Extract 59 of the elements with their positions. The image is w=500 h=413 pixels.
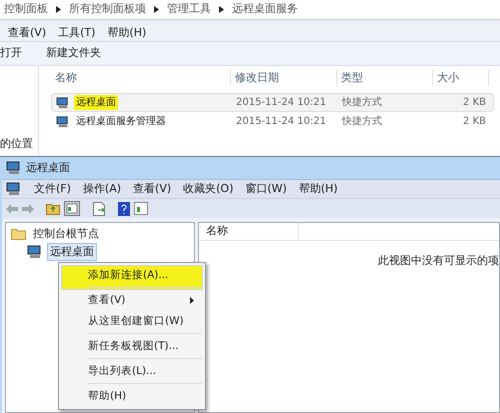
menu-item[interactable]: 查看(V) <box>61 290 203 311</box>
up-folder-icon[interactable] <box>46 202 60 215</box>
pane-icon[interactable] <box>134 202 148 215</box>
menu-item[interactable]: 操作(A) <box>82 180 122 198</box>
file-type: 快捷方式 <box>340 114 383 129</box>
empty-message: 此视图中没有可显示的项 <box>378 253 499 269</box>
menu-item[interactable]: 文件(F) <box>34 180 71 198</box>
chevron-icon <box>56 6 61 13</box>
help-icon[interactable] <box>118 202 130 216</box>
file-name: 远程桌面 <box>74 95 118 110</box>
shortcut-icon <box>56 116 70 128</box>
menu-item[interactable]: 工具(T) <box>58 24 96 42</box>
column-header[interactable]: 名称 <box>51 70 231 86</box>
menu-item[interactable]: 导出列表(L)... <box>61 361 203 386</box>
file-size: 2 KB <box>462 115 487 129</box>
chevron-icon <box>219 6 224 13</box>
file-row[interactable]: 远程桌面 2015-11-24 10:21 快捷方式 2 KB <box>51 93 494 112</box>
menu-item[interactable]: 从这里创建窗口(W) <box>61 311 203 336</box>
menu-item[interactable]: 查看(V) <box>8 24 46 42</box>
forward-icon[interactable] <box>22 204 34 214</box>
tree-item[interactable]: 控制台根节点 <box>30 224 102 244</box>
column-header[interactable]: 名称 <box>199 223 299 240</box>
breadcrumb-item[interactable]: 管理工具 <box>167 1 211 18</box>
window-title: 远程桌面 <box>26 160 70 176</box>
menu-item[interactable]: 窗口(W) <box>245 180 287 198</box>
nav-item[interactable]: 的位置 <box>0 136 38 152</box>
file-date: 2015-11-24 10:21 <box>235 115 328 129</box>
breadcrumb-item[interactable]: 所有控制面板项 <box>69 1 146 18</box>
menu-item[interactable]: 帮助(H) <box>107 24 146 42</box>
pane-icon[interactable] <box>64 201 80 216</box>
submenu-arrow-icon <box>190 297 194 304</box>
folder-icon <box>11 228 26 240</box>
computer-icon <box>27 245 43 259</box>
file-size: 2 KB <box>462 96 487 110</box>
menu-item[interactable]: 收藏夹(O) <box>183 180 234 198</box>
address-bar[interactable]: 控制面板 所有控制面板项 管理工具 远程桌面服务 <box>0 0 500 20</box>
app-icon <box>6 161 22 175</box>
app-icon <box>6 182 22 196</box>
tree-item[interactable]: 远程桌面 <box>47 242 97 262</box>
column-header[interactable]: 修改日期 <box>231 70 337 86</box>
menu-item[interactable]: 帮助(H) <box>61 386 203 407</box>
file-name: 远程桌面服务管理器 <box>75 114 167 129</box>
breadcrumb-item[interactable]: 远程桌面服务 <box>232 1 298 18</box>
toolbar-button[interactable]: 打开 <box>0 45 22 62</box>
shortcut-icon <box>56 96 70 108</box>
menu-item[interactable]: 新任务板视图(T)... <box>61 336 203 361</box>
file-row[interactable]: 远程桌面服务管理器 2015-11-24 10:21 快捷方式 2 KB <box>51 112 494 131</box>
export-icon[interactable] <box>92 202 106 216</box>
menu-item[interactable]: 查看(V) <box>133 180 172 198</box>
file-date: 2015-11-24 10:21 <box>235 96 328 110</box>
menu-item[interactable]: 添加新连接(A)... <box>61 265 203 290</box>
toolbar-button[interactable]: 新建文件夹 <box>46 45 101 62</box>
menu-item[interactable]: 帮助(H) <box>298 180 338 198</box>
breadcrumb-item[interactable]: 控制面板 <box>4 1 48 18</box>
column-header[interactable]: 大小 <box>433 70 489 86</box>
column-header[interactable]: 类型 <box>337 70 433 86</box>
back-icon[interactable] <box>6 204 18 214</box>
chevron-icon <box>154 6 159 13</box>
file-type: 快捷方式 <box>340 96 383 110</box>
